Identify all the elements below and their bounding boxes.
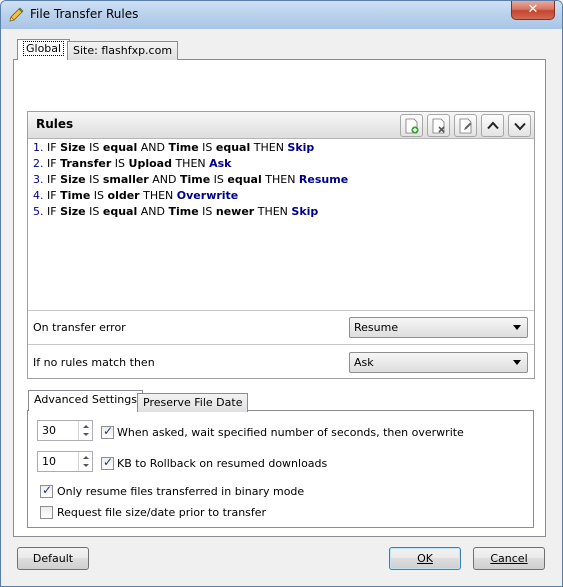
edit-rule-icon xyxy=(459,118,472,134)
on-transfer-error-value: Resume xyxy=(354,321,399,334)
list-item[interactable]: 3. IF Size IS smaller AND Time IS equal … xyxy=(33,173,348,186)
list-item[interactable]: 5. IF Size IS equal AND Time IS newer TH… xyxy=(33,205,318,218)
wait-seconds-label: When asked, wait specified number of sec… xyxy=(117,426,464,439)
delete-rule-button[interactable] xyxy=(427,114,450,137)
chevron-down-icon xyxy=(513,325,521,330)
tab-global-label: Global xyxy=(23,41,65,56)
ok-button[interactable]: OK xyxy=(389,547,461,570)
default-button[interactable]: Default xyxy=(17,547,89,570)
on-transfer-error-label: On transfer error xyxy=(33,321,126,334)
request-size-checkbox[interactable] xyxy=(40,506,53,519)
spin-up-icon[interactable] xyxy=(83,456,89,459)
divider xyxy=(28,310,534,311)
spin-down-icon[interactable] xyxy=(83,433,89,436)
move-down-button[interactable] xyxy=(508,114,531,137)
tab-advanced-settings[interactable]: Advanced Settings xyxy=(28,390,143,411)
no-rules-match-label: If no rules match then xyxy=(33,356,155,369)
binary-only-label: Only resume files transferred in binary … xyxy=(57,485,305,498)
on-transfer-error-select[interactable]: Resume xyxy=(349,317,528,338)
move-up-icon xyxy=(487,121,499,130)
wait-seconds-stepper[interactable]: 30 xyxy=(37,420,93,441)
checkmark-icon: ✓ xyxy=(103,455,114,469)
delete-rule-icon xyxy=(432,118,445,134)
list-item[interactable]: 4. IF Time IS older THEN Overwrite xyxy=(33,189,238,202)
tab-advanced-label: Advanced Settings xyxy=(34,393,137,406)
divider xyxy=(28,344,534,345)
rules-list[interactable]: 1. IF Size IS equal AND Time IS equal TH… xyxy=(28,140,534,310)
cancel-button[interactable]: Cancel xyxy=(473,547,545,570)
list-item[interactable]: 1. IF Size IS equal AND Time IS equal TH… xyxy=(33,141,314,154)
request-size-label: Request file size/date prior to transfer xyxy=(57,506,267,519)
tab-preserve-file-date[interactable]: Preserve File Date xyxy=(137,393,249,412)
tab-site-label: Site: flashfxp.com xyxy=(73,44,173,57)
add-rule-button[interactable] xyxy=(400,114,423,137)
no-rules-match-value: Ask xyxy=(354,356,374,369)
tab-global[interactable]: Global xyxy=(17,39,71,60)
rollback-label: KB to Rollback on resumed downloads xyxy=(117,457,328,470)
chevron-down-icon xyxy=(513,360,521,365)
checkmark-icon: ✓ xyxy=(103,424,114,438)
wait-seconds-value: 30 xyxy=(42,424,56,437)
tab-site-flashfxp[interactable]: Site: flashfxp.com xyxy=(67,41,179,60)
checkmark-icon: ✓ xyxy=(42,483,53,497)
rollback-checkbox[interactable]: ✓ xyxy=(101,455,114,470)
spin-buttons[interactable] xyxy=(78,421,92,440)
close-button[interactable]: ✕ xyxy=(511,1,555,20)
window-title: File Transfer Rules xyxy=(30,7,139,21)
pencil-icon xyxy=(8,7,24,23)
spin-down-icon[interactable] xyxy=(83,464,89,467)
binary-only-checkbox[interactable]: ✓ xyxy=(40,483,53,498)
spin-buttons[interactable] xyxy=(78,452,92,471)
move-up-button[interactable] xyxy=(481,114,504,137)
tab-preserve-label: Preserve File Date xyxy=(143,396,243,409)
edit-rule-button[interactable] xyxy=(454,114,477,137)
rules-title: Rules xyxy=(36,117,74,131)
rollback-kb-stepper[interactable]: 10 xyxy=(37,451,93,472)
spin-up-icon[interactable] xyxy=(83,425,89,428)
rollback-kb-value: 10 xyxy=(42,455,56,468)
no-rules-match-select[interactable]: Ask xyxy=(349,352,528,373)
add-rule-icon xyxy=(405,118,419,134)
move-down-icon xyxy=(514,122,526,131)
list-item[interactable]: 2. IF Transfer IS Upload THEN Ask xyxy=(33,157,232,170)
wait-seconds-checkbox[interactable]: ✓ xyxy=(101,424,114,439)
